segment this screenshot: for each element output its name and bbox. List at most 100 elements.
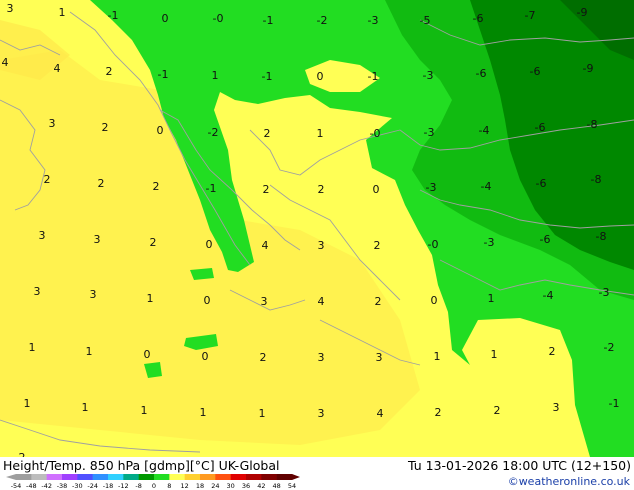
color-legend-tick: 8 [167, 482, 171, 490]
credit-link[interactable]: ©weatheronline.co.uk [508, 475, 630, 488]
temp-label: 2 [318, 183, 325, 196]
temp-label: 4 [262, 239, 269, 252]
temp-label: -1 [262, 70, 273, 83]
temp-label: 2 [44, 173, 51, 186]
color-legend-tick: -30 [72, 482, 83, 490]
temp-label: 4 [318, 295, 325, 308]
color-legend-swatch [230, 474, 247, 480]
temp-label: 3 [39, 229, 46, 242]
temp-label: -0 [213, 12, 224, 25]
color-legend-swatch [200, 474, 216, 480]
temp-label: -6 [540, 233, 551, 246]
color-legend-tick: -12 [118, 482, 129, 490]
temperature-map: 3 1 -1 0 -0 -1 -2 -3 -5 -6 -7 -9 4 4 2 -1 1 -1 0 -1 -3 -6 -6 -9… [0, 0, 634, 457]
temp-label: -4 [543, 289, 554, 302]
valid-time: Tu 13-01-2026 18:00 UTC (12+150) [408, 458, 631, 473]
temp-label: -8 [596, 230, 607, 243]
temp-label: 1 [491, 348, 498, 361]
temp-label: 1 [147, 292, 154, 305]
color-legend-tick: -42 [41, 482, 52, 490]
temp-label: 3 [94, 233, 101, 246]
temp-label: -6 [535, 121, 546, 134]
temp-label: 0 [431, 294, 438, 307]
temp-label: 1 [141, 404, 148, 417]
temp-label: 3 [7, 2, 14, 15]
temp-label: 2 [98, 177, 105, 190]
temp-label: 1 [317, 127, 324, 140]
temp-label: -2 [604, 341, 615, 354]
temp-label: 0 [144, 348, 151, 361]
temp-label: -3 [599, 286, 610, 299]
temp-label: 2 [549, 345, 556, 358]
temp-label: -6 [473, 12, 484, 25]
temp-label: -3 [484, 236, 495, 249]
color-legend-swatch [92, 474, 109, 480]
temp-label: 0 [317, 70, 324, 83]
temp-label: 2 [106, 65, 113, 78]
temp-label: 0 [204, 294, 211, 307]
temp-label: 1 [82, 401, 89, 414]
color-legend-tick: 54 [288, 482, 296, 490]
temp-label: 0 [157, 124, 164, 137]
temp-label: 1 [59, 6, 66, 19]
temp-label: 3 [318, 407, 325, 420]
temp-label: 2 [494, 404, 501, 417]
temp-label: 3 [261, 295, 268, 308]
temp-label: -9 [583, 62, 594, 75]
temp-label: -1 [263, 14, 274, 27]
color-legend-tick: 12 [181, 482, 189, 490]
color-legend-swatch [138, 474, 155, 480]
color-legend-swatch [62, 474, 78, 480]
temp-label: -4 [479, 124, 490, 137]
temp-label: 3 [553, 401, 560, 414]
temp-label: -1 [108, 9, 119, 22]
temp-label: -3 [423, 69, 434, 82]
temp-label: 2 [435, 406, 442, 419]
temp-label: 4 [377, 407, 384, 420]
cold-blob-1 [190, 268, 214, 280]
color-legend-swatch [108, 474, 124, 480]
temp-label: -2 [208, 126, 219, 139]
color-legend-swatch [16, 474, 32, 480]
temp-label: 2 [263, 183, 270, 196]
temp-label: -9 [577, 6, 588, 19]
color-legend-swatch [169, 474, 185, 480]
color-legend-arrow-left [6, 474, 16, 480]
temp-label: -4 [481, 180, 492, 193]
temp-label: 3 [318, 239, 325, 252]
color-legend-tick: 36 [242, 482, 250, 490]
color-legend-arrow-right [292, 474, 300, 480]
temp-label: -0 [428, 238, 439, 251]
temp-label: 1 [29, 341, 36, 354]
color-legend-swatch [261, 474, 277, 480]
temp-label: -1 [368, 70, 379, 83]
map-canvas: 3 1 -1 0 -0 -1 -2 -3 -5 -6 -7 -9 4 4 2 -1 1 -1 0 -1 -3 -6 -6 -9… [0, 0, 634, 457]
color-legend-swatch [184, 474, 201, 480]
color-legend-swatch [31, 474, 47, 480]
temp-label: -5 [420, 14, 431, 27]
color-legend-swatch [123, 474, 139, 480]
color-legend-tick: 48 [273, 482, 281, 490]
color-legend-swatch [215, 474, 231, 480]
temp-label: 3 [318, 351, 325, 364]
temp-label: 2 [150, 236, 157, 249]
temp-label: 1 [488, 292, 495, 305]
color-legend-swatch [46, 474, 63, 480]
color-legend-tick: -18 [103, 482, 114, 490]
temp-label: 0 [162, 12, 169, 25]
temp-label: 3 [90, 288, 97, 301]
temp-label: 2 [260, 351, 267, 364]
color-legend-tick: -24 [87, 482, 98, 490]
temp-label: 1 [86, 345, 93, 358]
temp-label: -3 [426, 181, 437, 194]
temp-label: 1 [200, 406, 207, 419]
temp-label: 2 [375, 295, 382, 308]
color-legend-tick: -54 [11, 482, 22, 490]
color-legend-ticks: -54 -48 -42 -38 -30 -24 -18 -12 -8 0 8 12 18 24 30 36 42… [11, 482, 296, 490]
temp-label: -1 [206, 182, 217, 195]
temp-label: 2 [102, 121, 109, 134]
temp-label: -2 [317, 14, 328, 27]
temp-label: -6 [530, 65, 541, 78]
temp-label: 3 [376, 351, 383, 364]
temp-label: -1 [609, 397, 620, 410]
